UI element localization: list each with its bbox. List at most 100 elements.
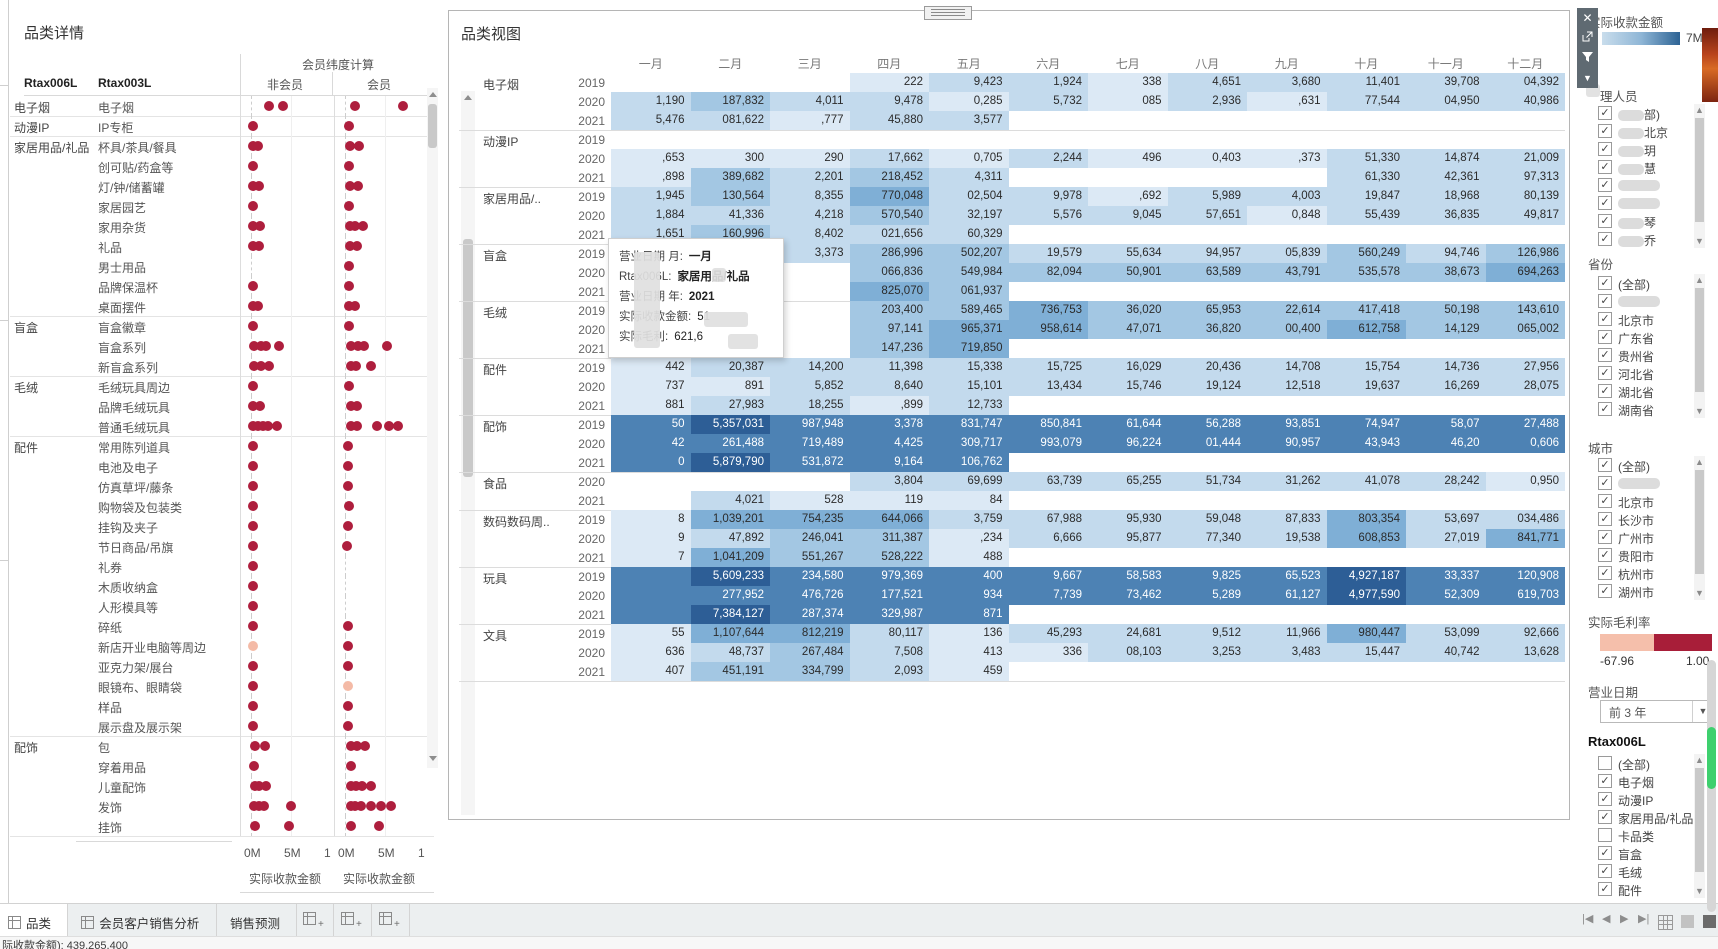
heatmap-cell[interactable] <box>1088 662 1168 681</box>
checkbox-icon[interactable]: ✓ <box>1598 882 1612 896</box>
heatmap-cell[interactable]: 16,029 <box>1088 358 1168 377</box>
filter-item[interactable]: ✓ 盲盒 <box>1586 844 1706 862</box>
checkbox-icon[interactable]: ✓ <box>1598 584 1612 598</box>
heatmap-cell[interactable]: 065,002 <box>1485 320 1565 339</box>
heatmap-cell[interactable]: 42,361 <box>1406 168 1486 187</box>
data-dot[interactable] <box>344 201 354 211</box>
heatmap-cell[interactable]: 9,667 <box>1008 567 1088 586</box>
gross-margin-bar[interactable] <box>1600 634 1712 651</box>
data-dot[interactable] <box>366 361 377 371</box>
heatmap-cell[interactable]: 43,791 <box>1247 263 1327 282</box>
heatmap-cell[interactable]: 4,311 <box>929 168 1009 187</box>
heatmap-cell[interactable] <box>1009 548 1089 567</box>
heatmap-cell[interactable]: 277,952 <box>690 586 770 605</box>
data-dot[interactable] <box>254 401 265 411</box>
heatmap-cell[interactable]: 19,538 <box>1247 529 1327 548</box>
heatmap-cell[interactable] <box>611 605 691 624</box>
heatmap-cell[interactable]: 01,444 <box>1167 434 1247 453</box>
heatmap-cell[interactable]: 0,705 <box>929 149 1009 168</box>
heatmap-cell[interactable]: 16,269 <box>1406 377 1486 396</box>
heatmap-cell[interactable]: 9,512 <box>1167 624 1247 643</box>
filter-item[interactable]: ✓ 贵阳市 <box>1586 546 1706 564</box>
heatmap-cell[interactable]: 034,486 <box>1485 510 1565 529</box>
checkbox-icon[interactable]: ✓ <box>1598 402 1612 416</box>
heatmap-cell[interactable] <box>1247 396 1327 415</box>
heatmap-cell[interactable]: 570,540 <box>849 206 929 225</box>
heatmap-cell[interactable]: 40,986 <box>1485 92 1565 111</box>
heatmap-cell[interactable]: 0 <box>611 453 691 472</box>
heatmap-cell[interactable] <box>1088 168 1168 187</box>
data-dot[interactable] <box>344 501 354 511</box>
heatmap-cell[interactable] <box>1327 282 1407 301</box>
heatmap-cell[interactable] <box>1406 282 1486 301</box>
heatmap-cell[interactable]: 7,739 <box>1008 586 1088 605</box>
heatmap-cell[interactable]: 15,746 <box>1088 377 1168 396</box>
heatmap-cell[interactable]: 27,956 <box>1485 358 1565 377</box>
heatmap-cell[interactable]: 38,673 <box>1406 263 1486 282</box>
checkbox-icon[interactable]: ✓ <box>1598 160 1612 174</box>
filter-item[interactable]: ✓ 广东省 <box>1586 328 1706 346</box>
heatmap-cell[interactable]: 7 <box>611 548 691 567</box>
checkbox-icon[interactable]: ✓ <box>1598 774 1612 788</box>
data-dot[interactable] <box>376 801 386 811</box>
data-dot[interactable] <box>386 801 397 811</box>
heatmap-cell[interactable]: 5,989 <box>1167 187 1247 206</box>
data-dot[interactable] <box>247 521 258 531</box>
data-dot[interactable] <box>343 721 354 731</box>
data-dot[interactable] <box>344 261 354 271</box>
data-dot[interactable] <box>247 581 258 591</box>
heatmap-cell[interactable]: 5,852 <box>770 377 850 396</box>
heatmap-cell[interactable]: 958,614 <box>1008 320 1088 339</box>
data-dot[interactable] <box>351 361 362 371</box>
heatmap-cell[interactable]: 3,253 <box>1167 643 1247 662</box>
heatmap-cell[interactable]: 143,610 <box>1485 301 1565 320</box>
heatmap-cell[interactable]: 119 <box>849 491 929 510</box>
checkbox-icon[interactable]: ✓ <box>1598 178 1612 192</box>
heatmap-cell[interactable]: 43,943 <box>1326 434 1406 453</box>
heatmap-cell[interactable]: 0,606 <box>1485 434 1565 453</box>
scroll-up-arrow[interactable] <box>429 92 437 97</box>
prev-record-icon[interactable]: ◀ <box>1602 912 1610 925</box>
heatmap-cell[interactable]: 20,387 <box>690 358 770 377</box>
heatmap-cell[interactable]: 2,201 <box>770 168 850 187</box>
heatmap-cell[interactable] <box>1486 662 1566 681</box>
heatmap-cell[interactable] <box>1486 111 1566 130</box>
heatmap-cell[interactable]: 980,447 <box>1326 624 1406 643</box>
heatmap-cell[interactable] <box>1009 396 1089 415</box>
export-icon[interactable] <box>1577 28 1598 48</box>
heatmap-cell[interactable]: 496 <box>1088 149 1168 168</box>
heatmap-cell[interactable]: 8 <box>611 510 691 529</box>
heatmap-cell[interactable]: 3,577 <box>929 111 1009 130</box>
data-dot[interactable] <box>248 161 259 171</box>
heatmap-cell[interactable]: 4,218 <box>770 206 850 225</box>
checkbox-icon[interactable]: ✓ <box>1598 476 1612 490</box>
heatmap-cell[interactable] <box>691 472 771 491</box>
heatmap-cell[interactable]: 28,075 <box>1485 377 1565 396</box>
heatmap-cell[interactable]: 94,957 <box>1167 244 1247 263</box>
heatmap-cell[interactable] <box>1168 662 1248 681</box>
heatmap-cell[interactable] <box>1486 396 1566 415</box>
data-dot[interactable] <box>349 301 360 311</box>
data-dot[interactable] <box>247 461 258 471</box>
first-record-icon[interactable]: |◀ <box>1582 912 1593 925</box>
heatmap-cell[interactable]: 812,219 <box>770 624 850 643</box>
heatmap-cell[interactable] <box>1327 548 1407 567</box>
heatmap-cell[interactable]: 0,403 <box>1167 149 1247 168</box>
heatmap-cell[interactable]: 3,378 <box>849 415 929 434</box>
heatmap-cell[interactable]: 1,190 <box>611 92 691 111</box>
data-dot[interactable] <box>346 821 357 831</box>
data-dot[interactable] <box>247 481 258 491</box>
heatmap-cell[interactable] <box>1327 130 1407 149</box>
heatmap-cell[interactable]: 48,737 <box>690 643 770 662</box>
heatmap-cell[interactable]: 719,489 <box>770 434 850 453</box>
data-dot[interactable] <box>397 101 408 111</box>
data-dot[interactable] <box>349 101 360 111</box>
data-dot[interactable] <box>343 681 354 691</box>
heatmap-cell[interactable] <box>1327 605 1407 624</box>
heatmap-cell[interactable]: 891 <box>690 377 770 396</box>
heatmap-cell[interactable] <box>1088 339 1168 358</box>
heatmap-cell[interactable]: 338 <box>1088 73 1168 92</box>
data-dot[interactable] <box>247 681 258 691</box>
checkbox-icon[interactable]: ✓ <box>1598 846 1612 860</box>
heatmap-cell[interactable] <box>1009 339 1089 358</box>
